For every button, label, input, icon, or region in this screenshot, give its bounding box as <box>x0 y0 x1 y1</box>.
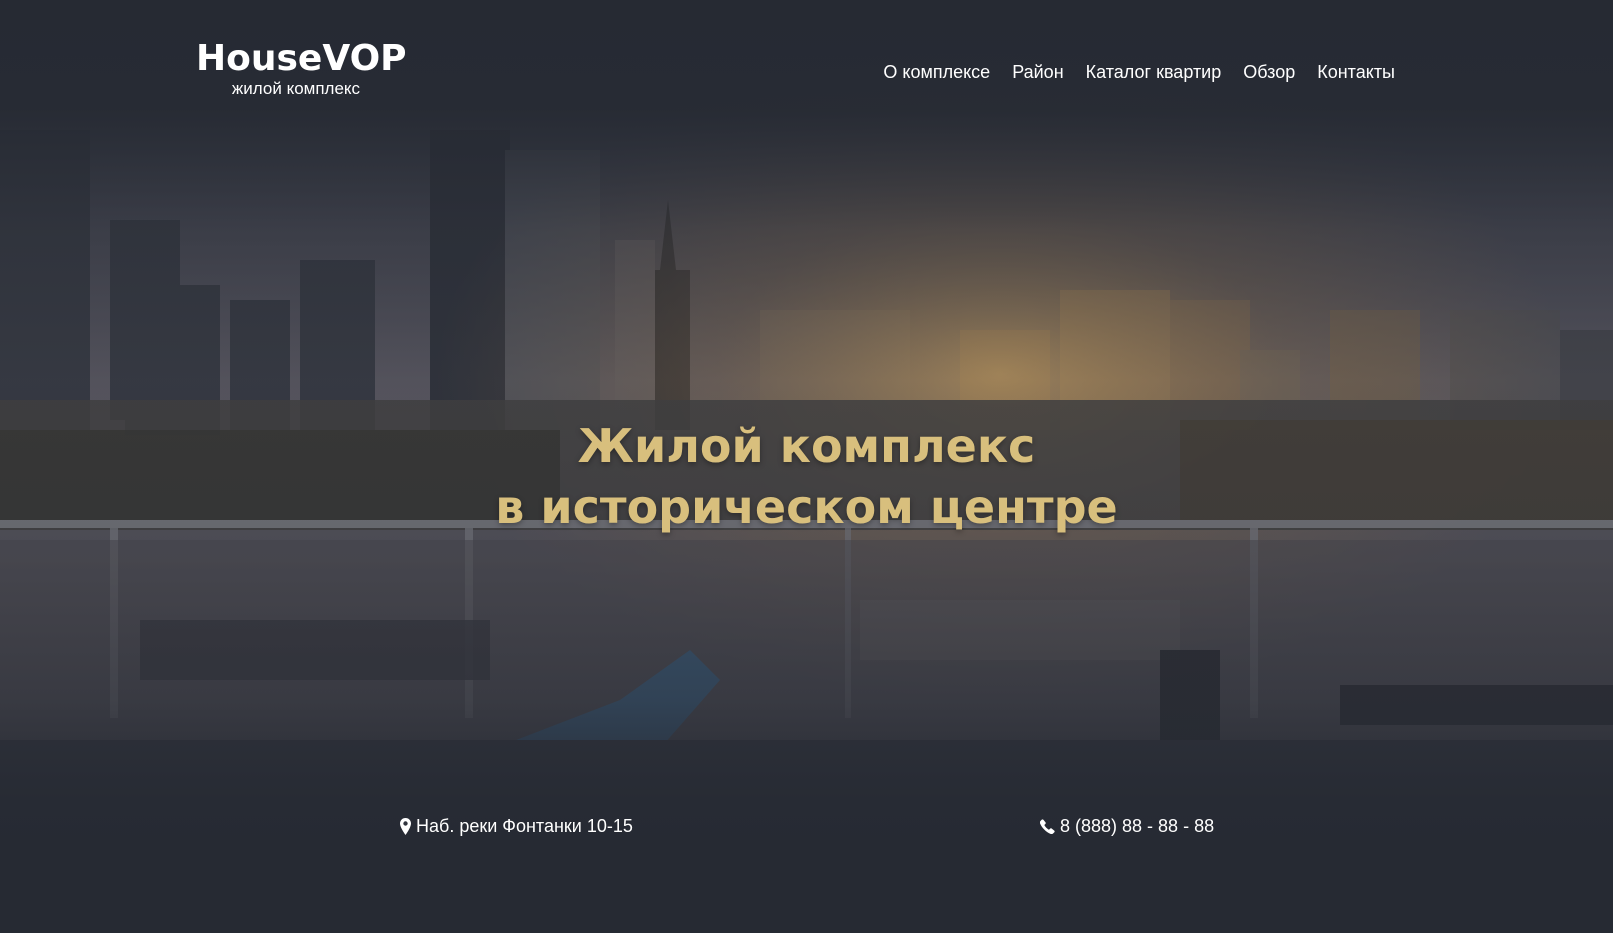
nav-item-catalog[interactable]: Каталог квартир <box>1086 60 1222 84</box>
nav-item-contacts[interactable]: Контакты <box>1317 60 1395 84</box>
nav-item-about[interactable]: О комплексе <box>883 60 990 84</box>
hero-headline-line2: в историческом центре <box>495 480 1118 534</box>
address-text: Наб. реки Фонтанки 10-15 <box>416 816 633 836</box>
map-marker-icon <box>400 817 411 835</box>
main-nav: О комплексе Район Каталог квартир Обзор … <box>883 60 1395 84</box>
hero-headline: Жилой комплекс в историческом центре <box>0 416 1613 538</box>
phone-text[interactable]: 8 (888) 88 - 88 - 88 <box>1060 815 1214 837</box>
nav-item-overview[interactable]: Обзор <box>1243 60 1295 84</box>
hero-headline-line1: Жилой комплекс <box>577 419 1036 473</box>
logo[interactable]: HouseVOP жилой комплекс <box>196 38 407 99</box>
logo-subtitle: жилой комплекс <box>231 79 361 98</box>
contact-phone[interactable]: 8 (888) 88 - 88 - 88 <box>1040 815 1214 837</box>
contact-address: Наб. реки Фонтанки 10-15 <box>400 815 633 837</box>
nav-item-district[interactable]: Район <box>1012 60 1063 84</box>
logo-title: HouseVOP <box>196 38 407 79</box>
hero-section: HouseVOP жилой комплекс О комплексе Райо… <box>0 0 1613 933</box>
phone-icon <box>1040 818 1055 834</box>
